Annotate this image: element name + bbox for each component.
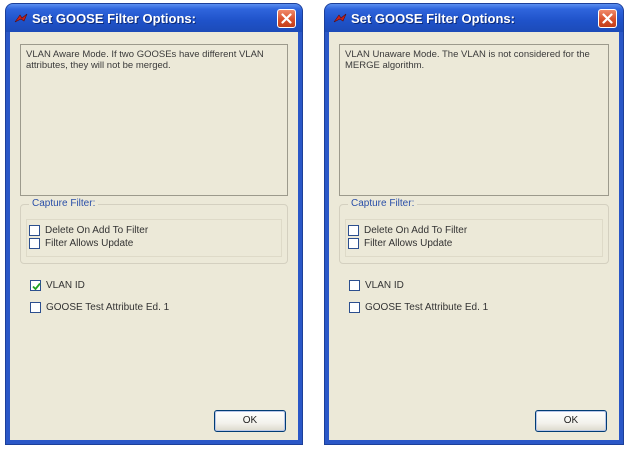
checkbox-label: Filter Allows Update (364, 237, 453, 249)
capture-filter-options: Delete On Add To Filter Filter Allows Up… (26, 219, 282, 257)
checkbox-label: VLAN ID (365, 279, 404, 291)
mode-description: VLAN Aware Mode. If two GOOSEs have diff… (20, 44, 288, 196)
window-title: Set GOOSE Filter Options: (32, 11, 196, 26)
checkbox-box[interactable] (348, 237, 359, 249)
capture-filter-legend: Capture Filter: (348, 198, 418, 209)
checkbox-box[interactable] (29, 237, 40, 249)
goose-test-attribute-checkbox[interactable]: GOOSE Test Attribute Ed. 1 (30, 300, 169, 314)
checkbox-box[interactable] (30, 279, 41, 291)
checkbox-box[interactable] (349, 279, 360, 291)
delete-on-add-checkbox[interactable]: Delete On Add To Filter (29, 223, 148, 237)
close-button[interactable] (277, 9, 296, 28)
dialog-body: VLAN Aware Mode. If two GOOSEs have diff… (10, 32, 298, 440)
title-bar[interactable]: Set GOOSE Filter Options: (325, 4, 623, 32)
goose-filter-dialog-vlan-unaware: Set GOOSE Filter Options: VLAN Unaware M… (325, 4, 623, 444)
ok-button[interactable]: OK (214, 410, 286, 432)
app-icon (14, 12, 28, 24)
checkmark-icon (32, 282, 41, 290)
capture-filter-options: Delete On Add To Filter Filter Allows Up… (345, 219, 603, 257)
filter-allows-update-checkbox[interactable]: Filter Allows Update (348, 236, 452, 250)
vlan-id-checkbox[interactable]: VLAN ID (349, 278, 404, 292)
checkbox-label: VLAN ID (46, 279, 85, 291)
checkbox-box[interactable] (348, 224, 359, 236)
checkbox-label: Delete On Add To Filter (45, 224, 149, 236)
goose-test-attribute-checkbox[interactable]: GOOSE Test Attribute Ed. 1 (349, 300, 488, 314)
app-icon (333, 12, 347, 24)
capture-filter-group: Capture Filter: Delete On Add To Filter … (339, 198, 609, 264)
checkbox-label: Delete On Add To Filter (364, 224, 468, 236)
checkbox-label: GOOSE Test Attribute Ed. 1 (46, 301, 170, 313)
close-button[interactable] (598, 9, 617, 28)
vlan-id-checkbox[interactable]: VLAN ID (30, 278, 85, 292)
mode-description: VLAN Unaware Mode. The VLAN is not consi… (339, 44, 609, 196)
ok-button[interactable]: OK (535, 410, 607, 432)
delete-on-add-checkbox[interactable]: Delete On Add To Filter (348, 223, 467, 237)
checkbox-box[interactable] (349, 301, 360, 313)
close-icon (602, 13, 613, 24)
close-icon (281, 13, 292, 24)
dialog-body: VLAN Unaware Mode. The VLAN is not consi… (329, 32, 619, 440)
goose-filter-dialog-vlan-aware: Set GOOSE Filter Options: VLAN Aware Mod… (6, 4, 302, 444)
checkbox-label: GOOSE Test Attribute Ed. 1 (365, 301, 489, 313)
checkbox-box[interactable] (29, 224, 40, 236)
checkbox-label: Filter Allows Update (45, 237, 134, 249)
window-title: Set GOOSE Filter Options: (351, 11, 515, 26)
checkbox-box[interactable] (30, 301, 41, 313)
capture-filter-legend: Capture Filter: (29, 198, 99, 209)
filter-allows-update-checkbox[interactable]: Filter Allows Update (29, 236, 133, 250)
capture-filter-group: Capture Filter: Delete On Add To Filter … (20, 198, 288, 264)
title-bar[interactable]: Set GOOSE Filter Options: (6, 4, 302, 32)
